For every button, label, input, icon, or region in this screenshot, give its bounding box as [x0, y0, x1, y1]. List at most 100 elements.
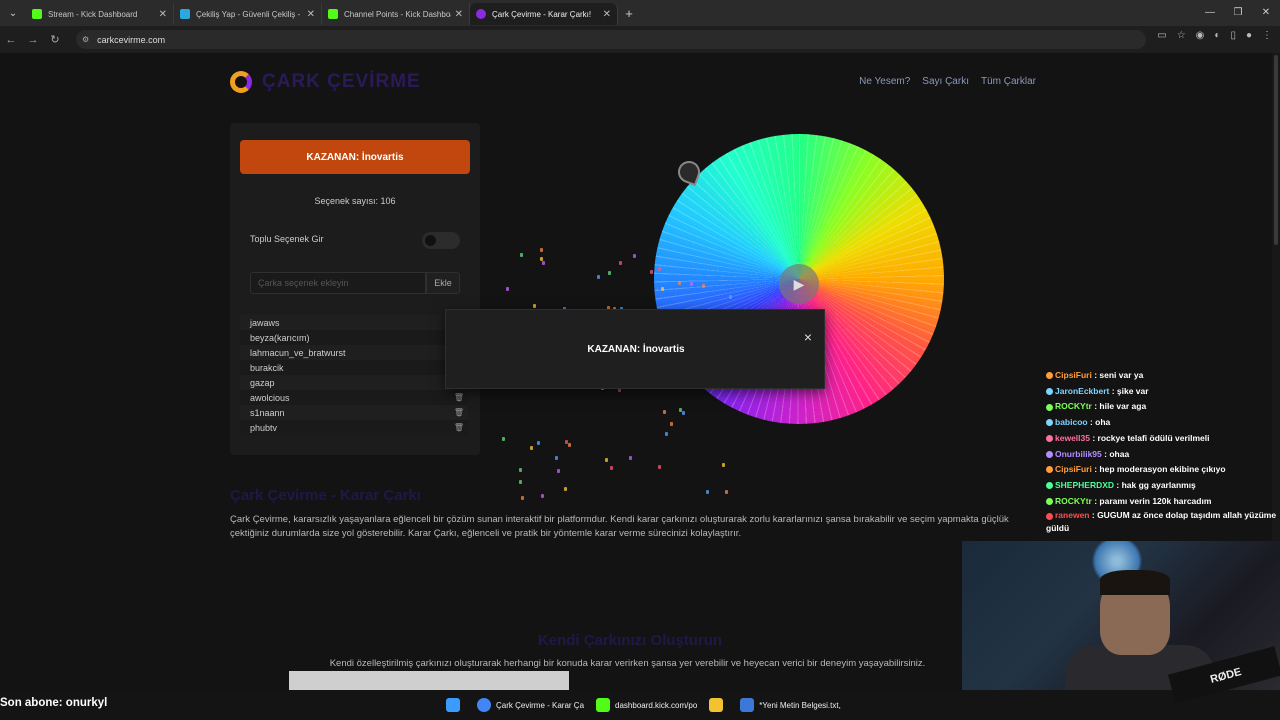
option-list: jawaws🗑 beyza(karıcım)🗑 lahmacun_ve_brat… — [240, 315, 468, 435]
chat-username: babicoo — [1055, 417, 1088, 428]
taskbar-label: Çark Çevirme - Karar Ça — [496, 700, 585, 710]
browser-tab[interactable]: Çekiliş Yap - Güvenli Çekiliş - H ✕ — [174, 3, 322, 25]
site-info-icon[interactable]: ⚙ — [82, 35, 89, 44]
new-tab-icon[interactable]: + — [618, 6, 640, 21]
tab-search-icon[interactable]: ⌄ — [0, 0, 26, 26]
badge-icon — [1046, 387, 1053, 395]
tab-label: Stream - Kick Dashboard — [48, 9, 138, 19]
logo-icon — [230, 71, 252, 93]
chat-text: rockye telafi ödülü verilmeli — [1097, 432, 1210, 443]
spin-play-icon[interactable]: ▶ — [779, 264, 819, 304]
url-field[interactable]: ⚙ carkcevirme.com — [76, 30, 1146, 49]
badge-icon — [1046, 466, 1053, 474]
add-option-button[interactable]: Ekle — [426, 272, 460, 294]
chat-text: hep moderasyon ekibine çıkıyo — [1099, 464, 1226, 475]
kick-icon — [32, 9, 42, 19]
chat-username: ranewen — [1055, 510, 1090, 521]
chat-message: Onurbilik95 : ohaa — [1046, 447, 1280, 463]
browser-tab[interactable]: Stream - Kick Dashboard ✕ — [26, 3, 174, 25]
kick-icon — [596, 698, 611, 712]
close-icon[interactable]: ✕ — [307, 9, 315, 20]
winner-modal: KAZANAN: İnovartis × — [445, 309, 825, 389]
menu-icon[interactable]: ⋮ — [1262, 30, 1272, 41]
option-label: beyza(karıcım) — [250, 332, 310, 343]
confetti-piece — [596, 275, 600, 280]
trash-icon[interactable]: 🗑 — [454, 393, 464, 402]
confetti-piece — [530, 446, 534, 451]
bulk-toggle-label: Toplu Seçenek Gir — [250, 234, 324, 244]
browser-tab-active[interactable]: Çark Çevirme - Karar Çarkı! ✕ — [470, 3, 618, 25]
bulk-toggle[interactable] — [422, 232, 460, 249]
trash-icon[interactable]: 🗑 — [454, 408, 464, 417]
taskbar-kick[interactable]: dashboard.kick.com/po — [590, 690, 703, 720]
minimize-icon[interactable]: — — [1196, 0, 1224, 26]
site-icon — [180, 9, 190, 19]
confetti-piece — [633, 254, 637, 259]
back-icon[interactable]: ← — [0, 34, 22, 46]
trash-icon[interactable]: 🗑 — [454, 423, 464, 432]
scroll-thumb[interactable] — [1274, 55, 1278, 245]
taskbar-notepad[interactable]: *Yeni Metin Belgesi.txt, — [734, 690, 847, 720]
extension-icon[interactable]: ◉ — [1196, 30, 1205, 41]
taskbar: Çark Çevirme - Karar Ça dashboard.kick.c… — [440, 690, 870, 720]
confetti-piece — [658, 465, 662, 470]
start-icon[interactable] — [440, 690, 471, 720]
tab-label: Channel Points - Kick Dashboar — [344, 9, 451, 19]
url-text: carkcevirme.com — [97, 34, 166, 45]
notepad-icon — [740, 698, 755, 712]
close-icon[interactable]: ✕ — [603, 9, 611, 20]
taskbar-explorer[interactable] — [703, 690, 734, 720]
sidepanel-icon[interactable]: ▯ — [1230, 30, 1236, 41]
confetti-piece — [628, 455, 632, 460]
confetti-piece — [682, 411, 686, 416]
close-icon[interactable]: × — [804, 329, 812, 345]
site-logo[interactable]: ÇARK ÇEVİRME — [230, 71, 421, 93]
badge-icon — [1046, 450, 1053, 458]
streamer-hair — [1100, 570, 1170, 595]
list-item: beyza(karıcım)🗑 — [240, 330, 468, 345]
confetti-piece — [605, 457, 609, 462]
address-bar-row: ← → ↻ ⚙ carkcevirme.com ▭ ☆ ◉ ◐ ▯ ● ⋮ — [0, 26, 1280, 53]
close-window-icon[interactable]: ✕ — [1252, 0, 1280, 26]
section-heading: Çark Çevirme - Karar Çarkı — [230, 487, 421, 504]
confetti-piece — [678, 280, 682, 285]
winner-button[interactable]: KAZANAN: İnovartis — [240, 140, 470, 174]
bookmark-star-icon[interactable]: ☆ — [1177, 30, 1186, 41]
confetti-piece — [557, 469, 561, 474]
confetti-piece — [519, 479, 523, 484]
toggle-knob — [425, 235, 436, 246]
forward-icon[interactable]: → — [22, 34, 44, 46]
badge-icon — [1046, 403, 1053, 411]
logo-text: ÇARK ÇEVİRME — [262, 71, 421, 92]
modal-winner-text: KAZANAN: İnovartis — [587, 344, 685, 355]
extension-icon[interactable]: ◐ — [1214, 30, 1220, 41]
close-icon[interactable]: ✕ — [159, 9, 167, 20]
chat-message: JaronEckbert : şike var — [1046, 384, 1280, 400]
cast-icon[interactable]: ▭ — [1157, 30, 1166, 41]
taskbar-chrome[interactable]: Çark Çevirme - Karar Ça — [471, 690, 590, 720]
maximize-icon[interactable]: ❐ — [1224, 0, 1252, 26]
profile-icon[interactable]: ● — [1246, 30, 1252, 41]
confetti-piece — [505, 286, 509, 291]
confetti-piece — [564, 487, 567, 492]
chat-text: hile var aga — [1099, 401, 1147, 412]
chat-text: seni var ya — [1099, 370, 1144, 380]
close-icon[interactable]: ✕ — [455, 9, 463, 20]
confetti-piece — [568, 443, 572, 448]
chat-text: paramı verin 120k harcadım — [1099, 495, 1212, 506]
chat-text: hak gg ayarlanmış — [1121, 479, 1196, 490]
chat-username: ROCKYtr — [1055, 401, 1092, 412]
nav-link-ne-yesem[interactable]: Ne Yesem? — [859, 76, 910, 87]
reload-icon[interactable]: ↻ — [44, 33, 66, 46]
confetti-piece — [722, 463, 726, 468]
nav-link-sayi-carki[interactable]: Sayı Çarkı — [922, 76, 969, 87]
option-label: lahmacun_ve_bratwurst — [250, 347, 346, 358]
confetti-piece — [725, 490, 729, 495]
list-item: burakcik🗑 — [240, 360, 468, 375]
nav-link-tum-carklar[interactable]: Tüm Çarklar — [981, 76, 1036, 87]
browser-tab[interactable]: Channel Points - Kick Dashboar ✕ — [322, 3, 470, 25]
confetti-piece — [540, 494, 544, 499]
chat-message: ROCKYtr : hile var aga — [1046, 399, 1280, 415]
option-input[interactable] — [250, 272, 426, 294]
chat-message: babicoo : oha — [1046, 415, 1280, 431]
